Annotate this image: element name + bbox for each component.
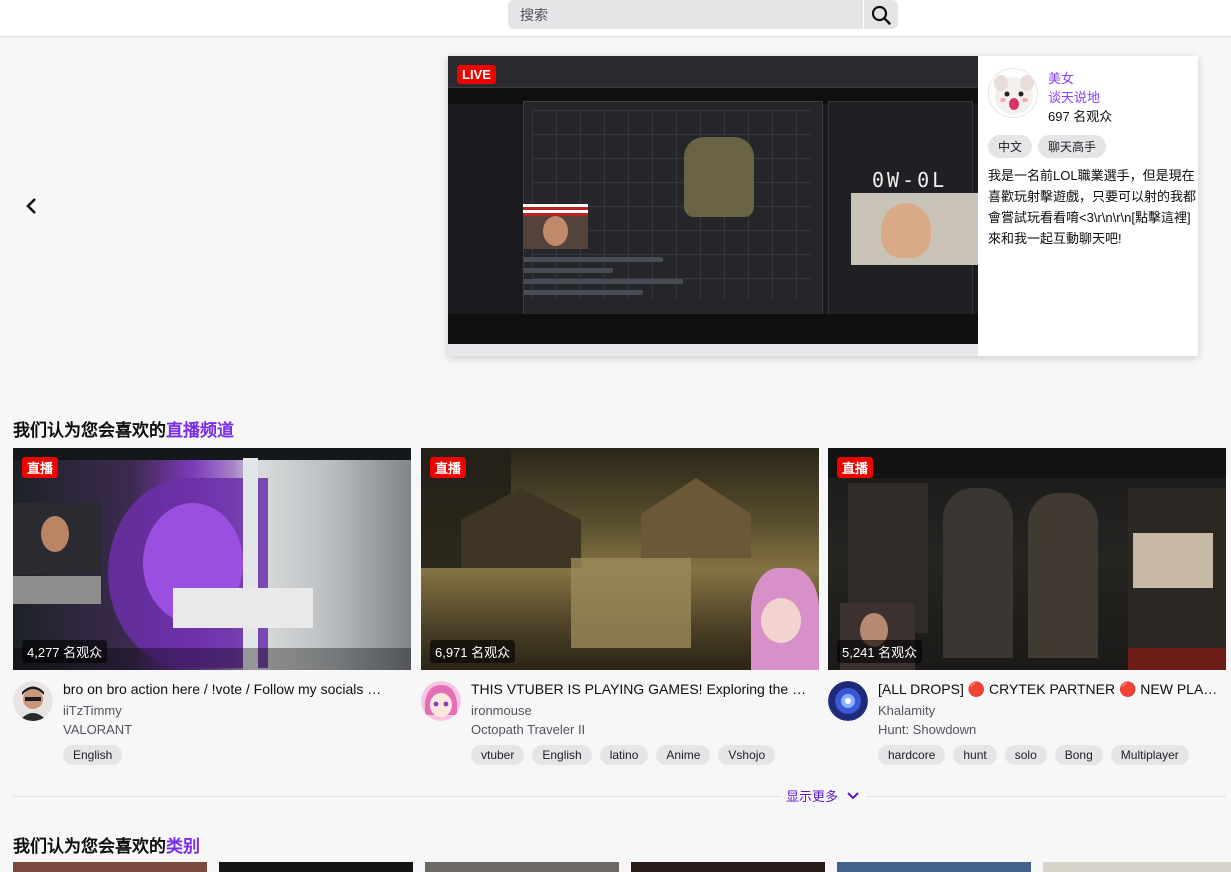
chevron-down-icon xyxy=(847,791,859,799)
section-title-categories: 我们认为您会喜欢的类别 xyxy=(13,837,200,856)
tag[interactable]: latino xyxy=(599,745,649,765)
stream-thumbnail[interactable]: 直播 5,241 名观众 xyxy=(828,448,1226,670)
category-row xyxy=(13,862,1231,872)
search-input[interactable]: 搜索 xyxy=(508,0,863,29)
category-tile[interactable] xyxy=(13,862,207,872)
carousel-prev-button[interactable] xyxy=(18,192,46,220)
live-badge: LIVE xyxy=(457,65,496,84)
stream-tags: vtuber English latino Anime Vshojo xyxy=(471,745,776,765)
viewer-count: 4,277 名观众 xyxy=(22,640,108,663)
backpack-image xyxy=(684,137,754,217)
webcam-person xyxy=(881,203,931,258)
stream-tags: hardcore hunt solo Bong Multiplayer xyxy=(878,745,1189,765)
streamer-webcam xyxy=(851,193,978,265)
tag[interactable]: solo xyxy=(1004,745,1047,765)
tag[interactable]: English xyxy=(63,745,123,765)
tag[interactable]: 聊天高手 xyxy=(1038,135,1107,158)
dog-avatar-icon xyxy=(994,75,1034,115)
category-tile[interactable] xyxy=(631,862,825,872)
top-nav: 搜索 xyxy=(0,0,1231,37)
stream-thumbnail[interactable]: 直播 4,277 名观众 xyxy=(13,448,411,670)
avatar-image-icon xyxy=(421,681,461,721)
stream-title[interactable]: THIS VTUBER IS PLAYING GAMES! Exploring … xyxy=(471,681,817,697)
tag[interactable]: vtuber xyxy=(471,745,525,765)
avatar-image-icon xyxy=(13,681,53,721)
viewer-count: 6,971 名观众 xyxy=(430,640,516,663)
tag[interactable]: 中文 xyxy=(988,135,1033,158)
category-tile[interactable] xyxy=(219,862,413,872)
avatar-image-icon xyxy=(828,681,868,721)
category-tile[interactable] xyxy=(425,862,619,872)
tag[interactable]: Multiplayer xyxy=(1110,745,1189,765)
game-name[interactable]: VALORANT xyxy=(63,722,132,737)
tag[interactable]: English xyxy=(532,745,592,765)
category-tile[interactable] xyxy=(837,862,1031,872)
viewer-count: 697 名观众 xyxy=(1048,109,1113,124)
section-title-link[interactable]: 直播频道 xyxy=(166,421,234,440)
section-divider xyxy=(13,796,1226,797)
channel-name[interactable]: Khalamity xyxy=(878,703,935,718)
stream-card: 直播 5,241 名观众 [ALL DROPS] 🔴 CRYTEK PARTNE… xyxy=(828,448,1226,765)
chevron-left-icon xyxy=(26,198,36,214)
section-title-link[interactable]: 类别 xyxy=(166,837,200,856)
channel-avatar[interactable] xyxy=(13,681,53,721)
tag[interactable]: hardcore xyxy=(878,745,946,765)
tag[interactable]: hunt xyxy=(953,745,997,765)
tag[interactable]: Bong xyxy=(1054,745,1103,765)
category-link[interactable]: 谈天说地 xyxy=(1048,87,1100,106)
search-icon xyxy=(871,5,891,25)
stream-screen-browser-bar xyxy=(448,56,978,88)
live-tag: 直播 xyxy=(837,457,874,478)
show-more-button[interactable]: 显示更多 xyxy=(780,786,867,805)
stream-description: 我是一名前LOL職業選手，但是現在喜歡玩射擊遊戲，只要可以射的我都會嘗試玩看看唷… xyxy=(988,168,1197,246)
stream-tags: English xyxy=(63,745,123,765)
stream-card: 直播 4,277 名观众 bro on bro action here / !v… xyxy=(13,448,411,765)
viewer-count: 5,241 名观众 xyxy=(837,640,923,663)
flag-backdrop xyxy=(523,204,588,216)
tag[interactable]: Anime xyxy=(656,745,711,765)
channel-avatar[interactable] xyxy=(988,68,1038,118)
stream-screen-video-footer xyxy=(448,314,978,344)
section-title-live: 我们认为您会喜欢的直播频道 xyxy=(13,421,234,440)
stream-screen-chat xyxy=(523,251,693,311)
search-button[interactable] xyxy=(864,0,898,29)
live-tag: 直播 xyxy=(22,457,59,478)
stream-card: 直播 6,971 名观众 THIS VTUBER IS PLAYING GAME… xyxy=(421,448,819,765)
stream-screen-taskbar xyxy=(448,344,978,356)
score-overlay: 0W-0L xyxy=(872,168,948,192)
category-tile[interactable] xyxy=(1043,862,1231,872)
tag[interactable]: Vshojo xyxy=(718,745,776,765)
channel-name[interactable]: iiTzTimmy xyxy=(63,703,122,718)
game-name[interactable]: Hunt: Showdown xyxy=(878,722,976,737)
channel-avatar[interactable] xyxy=(421,681,461,721)
featured-video-player[interactable]: 0W-0L LIVE xyxy=(448,56,978,356)
stream-title[interactable]: bro on bro action here / !vote / Follow … xyxy=(63,681,409,697)
channel-avatar[interactable] xyxy=(828,681,868,721)
show-more-label: 显示更多 xyxy=(786,789,839,804)
stream-title[interactable]: [ALL DROPS] 🔴 CRYTEK PARTNER 🔴 NEW PLA… xyxy=(878,681,1224,698)
live-tag: 直播 xyxy=(430,457,467,478)
game-name[interactable]: Octopath Traveler II xyxy=(471,722,585,737)
channel-name-link[interactable]: 美女 xyxy=(1048,68,1074,87)
featured-stream: 0W-0L LIVE 美女 谈天说地 697 名观众 中文 聊天高手 我是一名前… xyxy=(448,56,1198,356)
featured-tags: 中文 聊天高手 xyxy=(988,135,1107,158)
channel-name[interactable]: ironmouse xyxy=(471,703,532,718)
stream-thumbnail[interactable]: 直播 6,971 名观众 xyxy=(421,448,819,670)
webcam-person xyxy=(543,216,568,246)
